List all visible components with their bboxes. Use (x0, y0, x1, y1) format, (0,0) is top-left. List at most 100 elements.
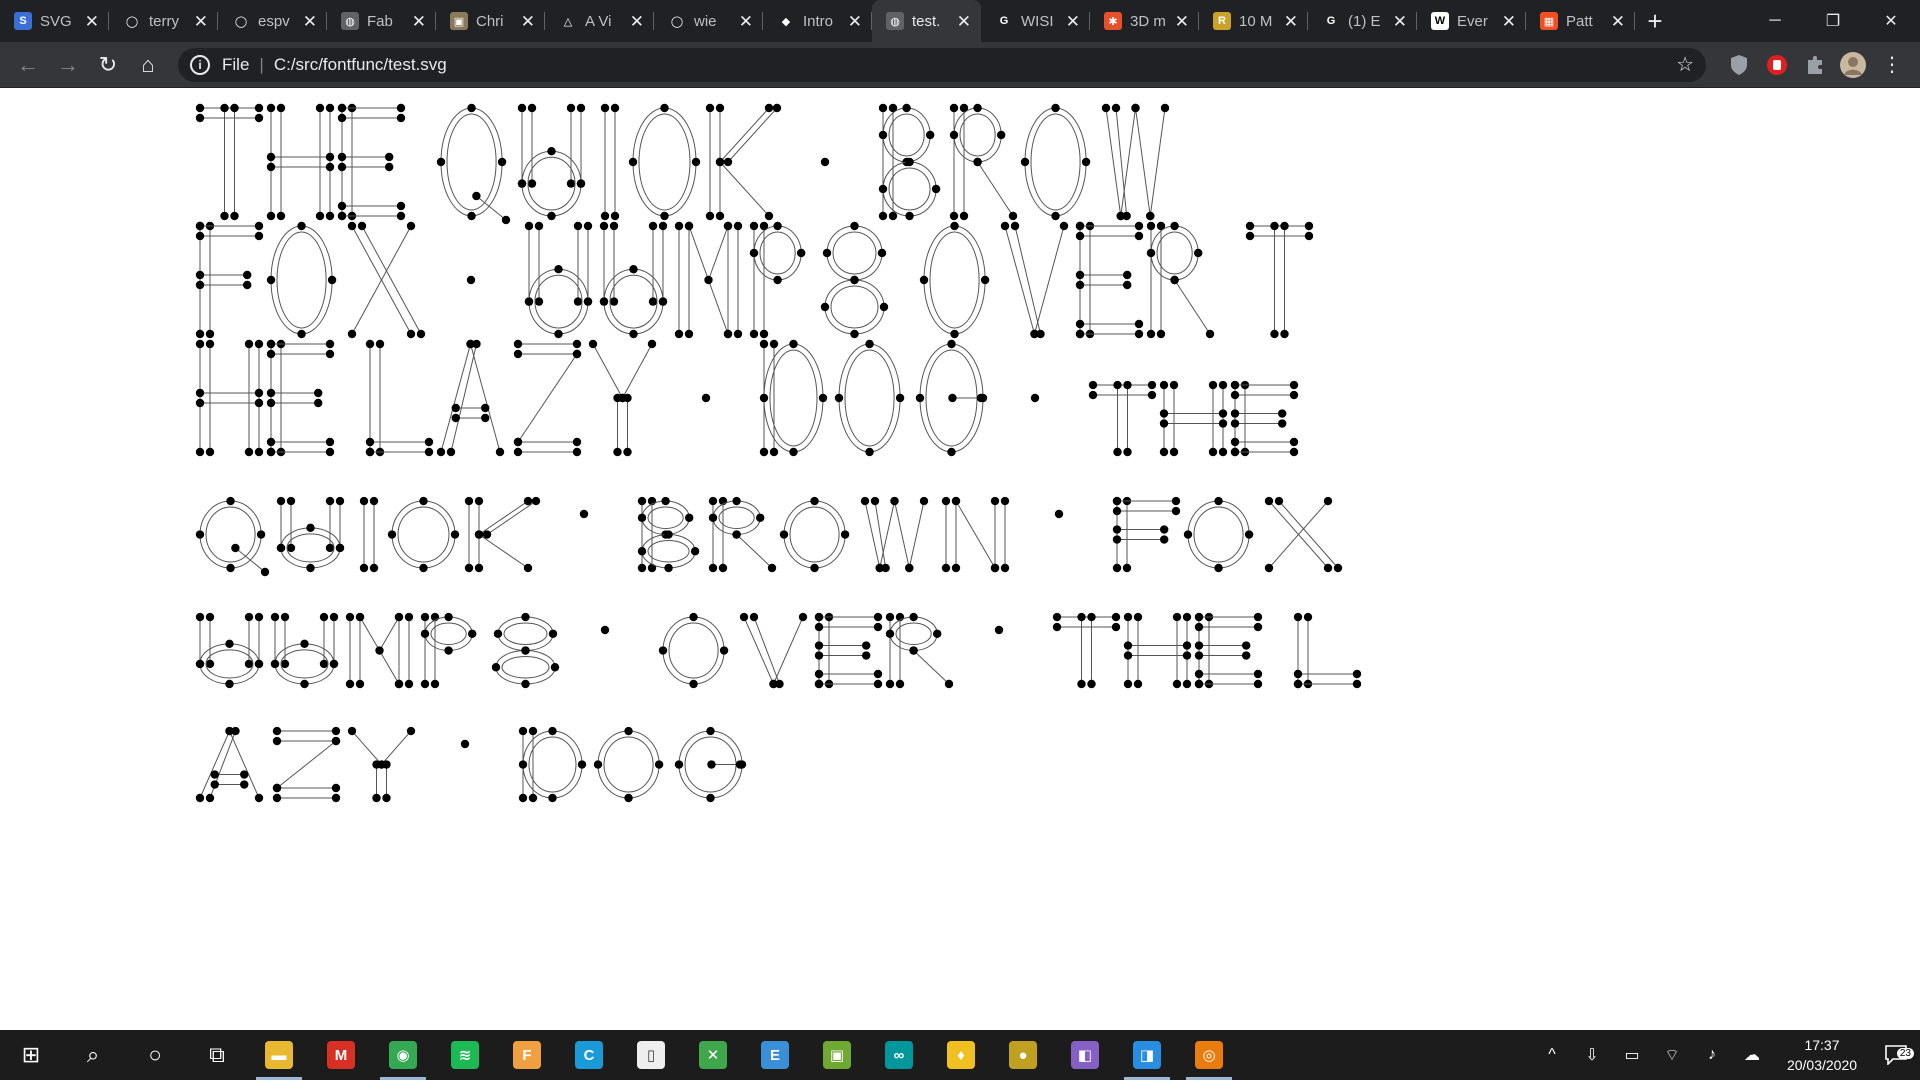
cortana-taskbar-button[interactable]: ○ (124, 1030, 186, 1080)
tab-0[interactable]: S SVG ✕ (0, 0, 109, 42)
glyph-n (941, 496, 1010, 573)
gmail-taskbar-button[interactable]: M (310, 1030, 372, 1080)
onedrive-icon[interactable]: ☁ (1732, 1045, 1772, 1065)
tab-4[interactable]: ▣ Chri ✕ (436, 0, 545, 42)
close-tab-icon[interactable]: ✕ (1284, 13, 1298, 30)
glyph-c (387, 496, 460, 573)
glyph-k (464, 496, 541, 573)
close-tab-icon[interactable]: ✕ (521, 13, 535, 30)
close-tab-icon[interactable]: ✕ (630, 13, 644, 30)
clock[interactable]: 17:37 20/03/2020 (1772, 1035, 1872, 1075)
profile-avatar[interactable] (1834, 46, 1872, 84)
close-tab-icon[interactable]: ✕ (194, 13, 208, 30)
planet-taskbar-button[interactable]: ● (992, 1030, 1054, 1080)
spotify-taskbar-button[interactable]: ≋ (434, 1030, 496, 1080)
fontforge-taskbar-button[interactable]: F (496, 1030, 558, 1080)
bulb-taskbar-button[interactable]: ♦ (930, 1030, 992, 1080)
glyph-O (919, 221, 990, 339)
task-view-icon: ⧉ (209, 1042, 225, 1067)
start-button-taskbar-button[interactable]: ⊞ (0, 1030, 62, 1080)
tab-2[interactable]: ◯ espv ✕ (218, 0, 327, 42)
reload-button[interactable]: ↻ (88, 45, 128, 85)
glyph-u (270, 612, 339, 689)
shield-extension-icon[interactable] (1720, 46, 1758, 84)
bookmark-star-icon[interactable]: ☆ (1676, 52, 1694, 77)
tab-13[interactable]: W Ever ✕ (1417, 0, 1526, 42)
glyph-r (708, 496, 777, 573)
image-viewer-taskbar-button[interactable]: ▣ (806, 1030, 868, 1080)
maximize-button[interactable]: ❐ (1804, 0, 1862, 42)
show-hidden-icons-icon[interactable]: ^ (1532, 1045, 1572, 1065)
tab-9[interactable]: G WISI ✕ (981, 0, 1090, 42)
close-tab-icon[interactable]: ✕ (303, 13, 317, 30)
tab-5[interactable]: △ A Vi ✕ (545, 0, 654, 42)
close-tab-icon[interactable]: ✕ (1393, 13, 1407, 30)
url-text[interactable]: C:/src/fontfunc/test.svg (274, 55, 1676, 75)
glyph-P (749, 221, 806, 339)
close-tab-icon[interactable]: ✕ (848, 13, 862, 30)
glyph-F (195, 221, 264, 339)
search-taskbar-button[interactable]: ⌕ (62, 1030, 124, 1080)
tab-14[interactable]: ▦ Patt ✕ (1526, 0, 1635, 42)
tab-10[interactable]: ✱ 3D m ✕ (1090, 0, 1199, 42)
planet-icon: ● (1009, 1041, 1037, 1069)
tab-6[interactable]: ◯ wie ✕ (654, 0, 763, 42)
home-button[interactable]: ⌂ (128, 45, 168, 85)
wifi-icon[interactable]: ⌔ (1652, 1045, 1692, 1065)
close-tab-icon[interactable]: ✕ (1502, 13, 1516, 30)
close-tab-icon[interactable]: ✕ (957, 13, 971, 30)
window-controls: ─ ❐ ✕ (1746, 0, 1920, 42)
close-tab-icon[interactable]: ✕ (412, 13, 426, 30)
stop-extension-icon[interactable] (1758, 46, 1796, 84)
terminal-taskbar-button[interactable]: E (744, 1030, 806, 1080)
back-button[interactable]: ← (8, 45, 48, 85)
arduino-taskbar-button[interactable]: ∞ (868, 1030, 930, 1080)
image-viewer-icon: ▣ (823, 1041, 851, 1069)
close-tab-icon[interactable]: ✕ (1611, 13, 1625, 30)
vscode-taskbar-button[interactable]: ◨ (1116, 1030, 1178, 1080)
tab-12[interactable]: G (1) E ✕ (1308, 0, 1417, 42)
file-explorer-taskbar-button[interactable]: ▬ (248, 1030, 310, 1080)
glyph-K (705, 103, 782, 221)
dropbox-icon[interactable]: ⇩ (1572, 1045, 1612, 1065)
blender-taskbar-button[interactable]: ◎ (1178, 1030, 1240, 1080)
address-bar[interactable]: i File | C:/src/fontfunc/test.svg ☆ (178, 47, 1706, 82)
notepad-taskbar-button[interactable]: ▯ (620, 1030, 682, 1080)
glyph-l (1293, 612, 1362, 689)
visual-studio-taskbar-button[interactable]: ◧ (1054, 1030, 1116, 1080)
svg-document-viewport (0, 88, 1920, 1030)
close-tab-icon[interactable]: ✕ (1066, 13, 1080, 30)
minimize-button[interactable]: ─ (1746, 0, 1804, 42)
tab-title: Intro (803, 12, 834, 30)
glyph-t (1052, 612, 1121, 689)
inkscape-taskbar-button[interactable]: ✕ (682, 1030, 744, 1080)
close-tab-icon[interactable]: ✕ (1175, 13, 1189, 30)
start-button: ⊞ (21, 1042, 41, 1067)
glyph-g (674, 726, 747, 803)
cclean-taskbar-button[interactable]: C (558, 1030, 620, 1080)
tab-7[interactable]: ◆ Intro ✕ (763, 0, 872, 42)
tab-8[interactable]: ◍ test. ✕ (872, 0, 981, 42)
glyph-o (593, 726, 664, 803)
graduation-cap-icon: ◆ (777, 12, 795, 30)
site-info-icon[interactable]: i (190, 54, 210, 75)
chrome-taskbar-button[interactable]: ◉ (372, 1030, 434, 1080)
task-view-taskbar-button[interactable]: ⧉ (186, 1030, 248, 1080)
glyph-M (674, 221, 743, 339)
forward-button[interactable]: → (48, 45, 88, 85)
tab-3[interactable]: ◍ Fab ✕ (327, 0, 436, 42)
glyph-w (860, 496, 929, 573)
action-center-button[interactable]: 23 (1872, 1045, 1920, 1065)
tab-1[interactable]: ◯ terry ✕ (109, 0, 218, 42)
new-tab-button[interactable]: + (1635, 0, 1675, 42)
close-tab-icon[interactable]: ✕ (739, 13, 753, 30)
menu-kebab-icon[interactable]: ⋮ (1872, 45, 1912, 85)
tab-title: WISI (1021, 12, 1054, 30)
volume-icon[interactable]: ♪ (1692, 1045, 1732, 1065)
puzzle-extension-icon[interactable] (1796, 46, 1834, 84)
close-window-button[interactable]: ✕ (1862, 0, 1920, 42)
tab-11[interactable]: R 10 M ✕ (1199, 0, 1308, 42)
close-tab-icon[interactable]: ✕ (85, 13, 99, 30)
battery-icon[interactable]: ▭ (1612, 1045, 1652, 1065)
sr-icon: R (1213, 12, 1231, 30)
